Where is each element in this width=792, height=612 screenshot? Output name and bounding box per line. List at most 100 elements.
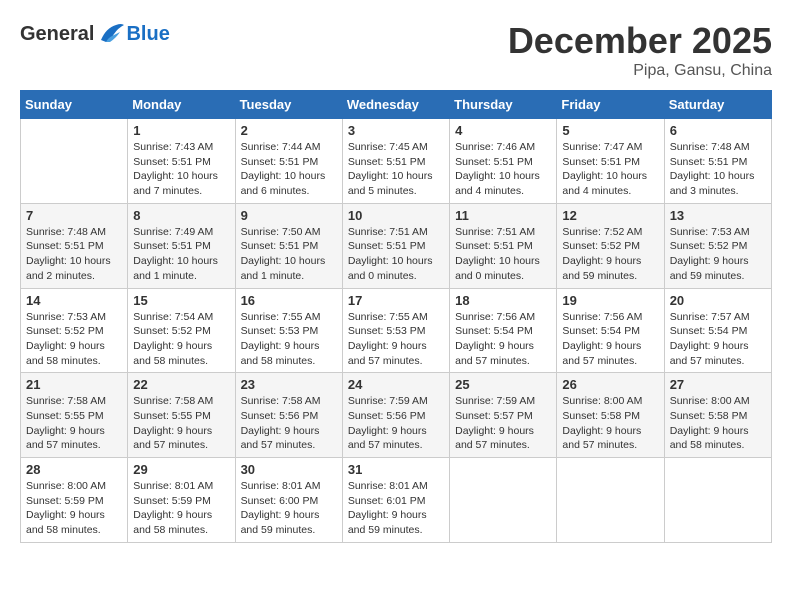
day-info: Sunrise: 8:00 AM Sunset: 5:58 PM Dayligh… <box>562 394 658 453</box>
month-title: December 2025 <box>508 20 772 62</box>
day-info: Sunrise: 7:56 AM Sunset: 5:54 PM Dayligh… <box>455 310 551 369</box>
calendar-cell: 4Sunrise: 7:46 AM Sunset: 5:51 PM Daylig… <box>450 119 557 204</box>
day-number: 5 <box>562 123 658 138</box>
logo: General Blue <box>20 20 170 48</box>
day-number: 19 <box>562 293 658 308</box>
calendar-cell: 12 Sunrise: 7:52 AM Sunset: 5:52 PM Dayli… <box>557 203 664 288</box>
calendar-cell: 24 Sunrise: 7:59 AM Sunset: 5:56 PM Dayli… <box>342 373 449 458</box>
calendar-body: 1Sunrise: 7:43 AM Sunset: 5:51 PM Daylig… <box>21 119 772 543</box>
calendar-cell: 25 Sunrise: 7:59 AM Sunset: 5:57 PM Dayli… <box>450 373 557 458</box>
day-number: 31 <box>348 462 444 477</box>
calendar-cell: 31 Sunrise: 8:01 AM Sunset: 6:01 PM Dayli… <box>342 458 449 543</box>
calendar-cell: 3Sunrise: 7:45 AM Sunset: 5:51 PM Daylig… <box>342 119 449 204</box>
calendar-cell: 15Sunrise: 7:54 AM Sunset: 5:52 PM Dayli… <box>128 288 235 373</box>
day-info: Sunrise: 7:59 AM Sunset: 5:56 PM Dayligh… <box>348 394 444 453</box>
day-number: 16 <box>241 293 337 308</box>
day-number: 2 <box>241 123 337 138</box>
day-info: Sunrise: 7:58 AM Sunset: 5:55 PM Dayligh… <box>26 394 122 453</box>
calendar-cell: 18Sunrise: 7:56 AM Sunset: 5:54 PM Dayli… <box>450 288 557 373</box>
day-info: Sunrise: 7:50 AM Sunset: 5:51 PM Dayligh… <box>241 225 337 284</box>
day-of-week-header: Friday <box>557 91 664 119</box>
day-of-week-header: Wednesday <box>342 91 449 119</box>
day-number: 25 <box>455 377 551 392</box>
calendar-cell: 28Sunrise: 8:00 AM Sunset: 5:59 PM Dayli… <box>21 458 128 543</box>
day-number: 28 <box>26 462 122 477</box>
day-of-week-header: Tuesday <box>235 91 342 119</box>
calendar-cell: 16 Sunrise: 7:55 AM Sunset: 5:53 PM Dayli… <box>235 288 342 373</box>
day-number: 30 <box>241 462 337 477</box>
day-info: Sunrise: 7:44 AM Sunset: 5:51 PM Dayligh… <box>241 140 337 199</box>
day-number: 7 <box>26 208 122 223</box>
calendar-cell: 8Sunrise: 7:49 AM Sunset: 5:51 PM Daylig… <box>128 203 235 288</box>
day-info: Sunrise: 7:55 AM Sunset: 5:53 PM Dayligh… <box>241 310 337 369</box>
calendar-cell: 13 Sunrise: 7:53 AM Sunset: 5:52 PM Dayli… <box>664 203 771 288</box>
page-header: General Blue December 2025 Pipa, Gansu, … <box>20 20 772 80</box>
calendar-cell: 2 Sunrise: 7:44 AM Sunset: 5:51 PM Daylig… <box>235 119 342 204</box>
day-of-week-header: Saturday <box>664 91 771 119</box>
day-info: Sunrise: 8:01 AM Sunset: 6:00 PM Dayligh… <box>241 479 337 538</box>
day-info: Sunrise: 7:48 AM Sunset: 5:51 PM Dayligh… <box>670 140 766 199</box>
day-number: 17 <box>348 293 444 308</box>
calendar-cell: 10Sunrise: 7:51 AM Sunset: 5:51 PM Dayli… <box>342 203 449 288</box>
calendar-cell: 30 Sunrise: 8:01 AM Sunset: 6:00 PM Dayli… <box>235 458 342 543</box>
calendar-cell: 21 Sunrise: 7:58 AM Sunset: 5:55 PM Dayli… <box>21 373 128 458</box>
calendar-cell: 11Sunrise: 7:51 AM Sunset: 5:51 PM Dayli… <box>450 203 557 288</box>
calendar-cell: 14Sunrise: 7:53 AM Sunset: 5:52 PM Dayli… <box>21 288 128 373</box>
day-number: 26 <box>562 377 658 392</box>
day-info: Sunrise: 7:51 AM Sunset: 5:51 PM Dayligh… <box>348 225 444 284</box>
day-number: 15 <box>133 293 229 308</box>
day-info: Sunrise: 7:46 AM Sunset: 5:51 PM Dayligh… <box>455 140 551 199</box>
calendar-cell: 5Sunrise: 7:47 AM Sunset: 5:51 PM Daylig… <box>557 119 664 204</box>
day-info: Sunrise: 8:00 AM Sunset: 5:58 PM Dayligh… <box>670 394 766 453</box>
day-info: Sunrise: 7:53 AM Sunset: 5:52 PM Dayligh… <box>670 225 766 284</box>
day-number: 22 <box>133 377 229 392</box>
day-info: Sunrise: 7:56 AM Sunset: 5:54 PM Dayligh… <box>562 310 658 369</box>
day-number: 21 <box>26 377 122 392</box>
title-block: December 2025 Pipa, Gansu, China <box>508 20 772 80</box>
day-info: Sunrise: 7:58 AM Sunset: 5:55 PM Dayligh… <box>133 394 229 453</box>
calendar-cell: 17 Sunrise: 7:55 AM Sunset: 5:53 PM Dayli… <box>342 288 449 373</box>
logo-bird-icon <box>96 20 126 48</box>
day-number: 20 <box>670 293 766 308</box>
day-number: 12 <box>562 208 658 223</box>
day-info: Sunrise: 7:53 AM Sunset: 5:52 PM Dayligh… <box>26 310 122 369</box>
logo-blue-text: Blue <box>126 23 169 46</box>
calendar-cell: 6 Sunrise: 7:48 AM Sunset: 5:51 PM Daylig… <box>664 119 771 204</box>
day-info: Sunrise: 7:52 AM Sunset: 5:52 PM Dayligh… <box>562 225 658 284</box>
day-info: Sunrise: 7:59 AM Sunset: 5:57 PM Dayligh… <box>455 394 551 453</box>
location: Pipa, Gansu, China <box>508 62 772 80</box>
day-of-week-header: Thursday <box>450 91 557 119</box>
calendar-cell: 1Sunrise: 7:43 AM Sunset: 5:51 PM Daylig… <box>128 119 235 204</box>
calendar-cell <box>21 119 128 204</box>
calendar-cell <box>450 458 557 543</box>
day-info: Sunrise: 7:57 AM Sunset: 5:54 PM Dayligh… <box>670 310 766 369</box>
calendar-cell: 27 Sunrise: 8:00 AM Sunset: 5:58 PM Dayli… <box>664 373 771 458</box>
day-number: 27 <box>670 377 766 392</box>
calendar-week-row: 21 Sunrise: 7:58 AM Sunset: 5:55 PM Dayli… <box>21 373 772 458</box>
calendar-cell: 19 Sunrise: 7:56 AM Sunset: 5:54 PM Dayli… <box>557 288 664 373</box>
day-info: Sunrise: 7:48 AM Sunset: 5:51 PM Dayligh… <box>26 225 122 284</box>
calendar-cell: 7 Sunrise: 7:48 AM Sunset: 5:51 PM Daylig… <box>21 203 128 288</box>
calendar-week-row: 7 Sunrise: 7:48 AM Sunset: 5:51 PM Daylig… <box>21 203 772 288</box>
day-info: Sunrise: 7:55 AM Sunset: 5:53 PM Dayligh… <box>348 310 444 369</box>
day-number: 6 <box>670 123 766 138</box>
day-of-week-header: Sunday <box>21 91 128 119</box>
day-of-week-header: Monday <box>128 91 235 119</box>
day-number: 13 <box>670 208 766 223</box>
calendar-cell <box>557 458 664 543</box>
calendar-cell: 9 Sunrise: 7:50 AM Sunset: 5:51 PM Daylig… <box>235 203 342 288</box>
calendar-cell: 20 Sunrise: 7:57 AM Sunset: 5:54 PM Dayli… <box>664 288 771 373</box>
calendar-header: SundayMondayTuesdayWednesdayThursdayFrid… <box>21 91 772 119</box>
day-number: 11 <box>455 208 551 223</box>
calendar-table: SundayMondayTuesdayWednesdayThursdayFrid… <box>20 90 772 543</box>
day-number: 24 <box>348 377 444 392</box>
day-info: Sunrise: 7:49 AM Sunset: 5:51 PM Dayligh… <box>133 225 229 284</box>
calendar-week-row: 1Sunrise: 7:43 AM Sunset: 5:51 PM Daylig… <box>21 119 772 204</box>
day-number: 29 <box>133 462 229 477</box>
day-info: Sunrise: 8:01 AM Sunset: 5:59 PM Dayligh… <box>133 479 229 538</box>
day-number: 9 <box>241 208 337 223</box>
calendar-cell: 29 Sunrise: 8:01 AM Sunset: 5:59 PM Dayli… <box>128 458 235 543</box>
calendar-cell <box>664 458 771 543</box>
day-info: Sunrise: 8:01 AM Sunset: 6:01 PM Dayligh… <box>348 479 444 538</box>
day-info: Sunrise: 7:58 AM Sunset: 5:56 PM Dayligh… <box>241 394 337 453</box>
